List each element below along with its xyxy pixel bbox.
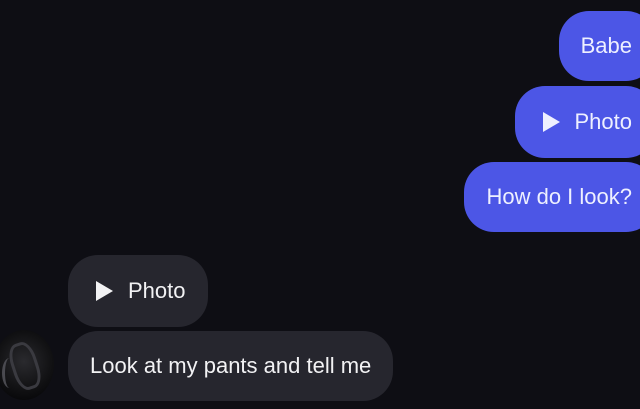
avatar[interactable] (0, 330, 54, 400)
message-thread: Babe Photo How do I look? Photo Look at … (0, 0, 640, 409)
message-text: Look at my pants and tell me (90, 353, 372, 378)
received-message-bubble[interactable]: Look at my pants and tell me (68, 331, 394, 401)
photo-label: Photo (128, 278, 186, 303)
sent-photo-message[interactable]: Photo (514, 86, 640, 158)
message-text: Babe (580, 33, 632, 58)
photo-label: Photo (574, 109, 633, 134)
play-icon (541, 111, 561, 133)
sent-message-bubble[interactable]: Babe (558, 11, 640, 81)
play-icon (94, 280, 114, 302)
sent-message-bubble[interactable]: How do I look? (464, 162, 640, 232)
message-text: How do I look? (486, 184, 632, 209)
received-photo-message[interactable]: Photo (68, 255, 208, 327)
